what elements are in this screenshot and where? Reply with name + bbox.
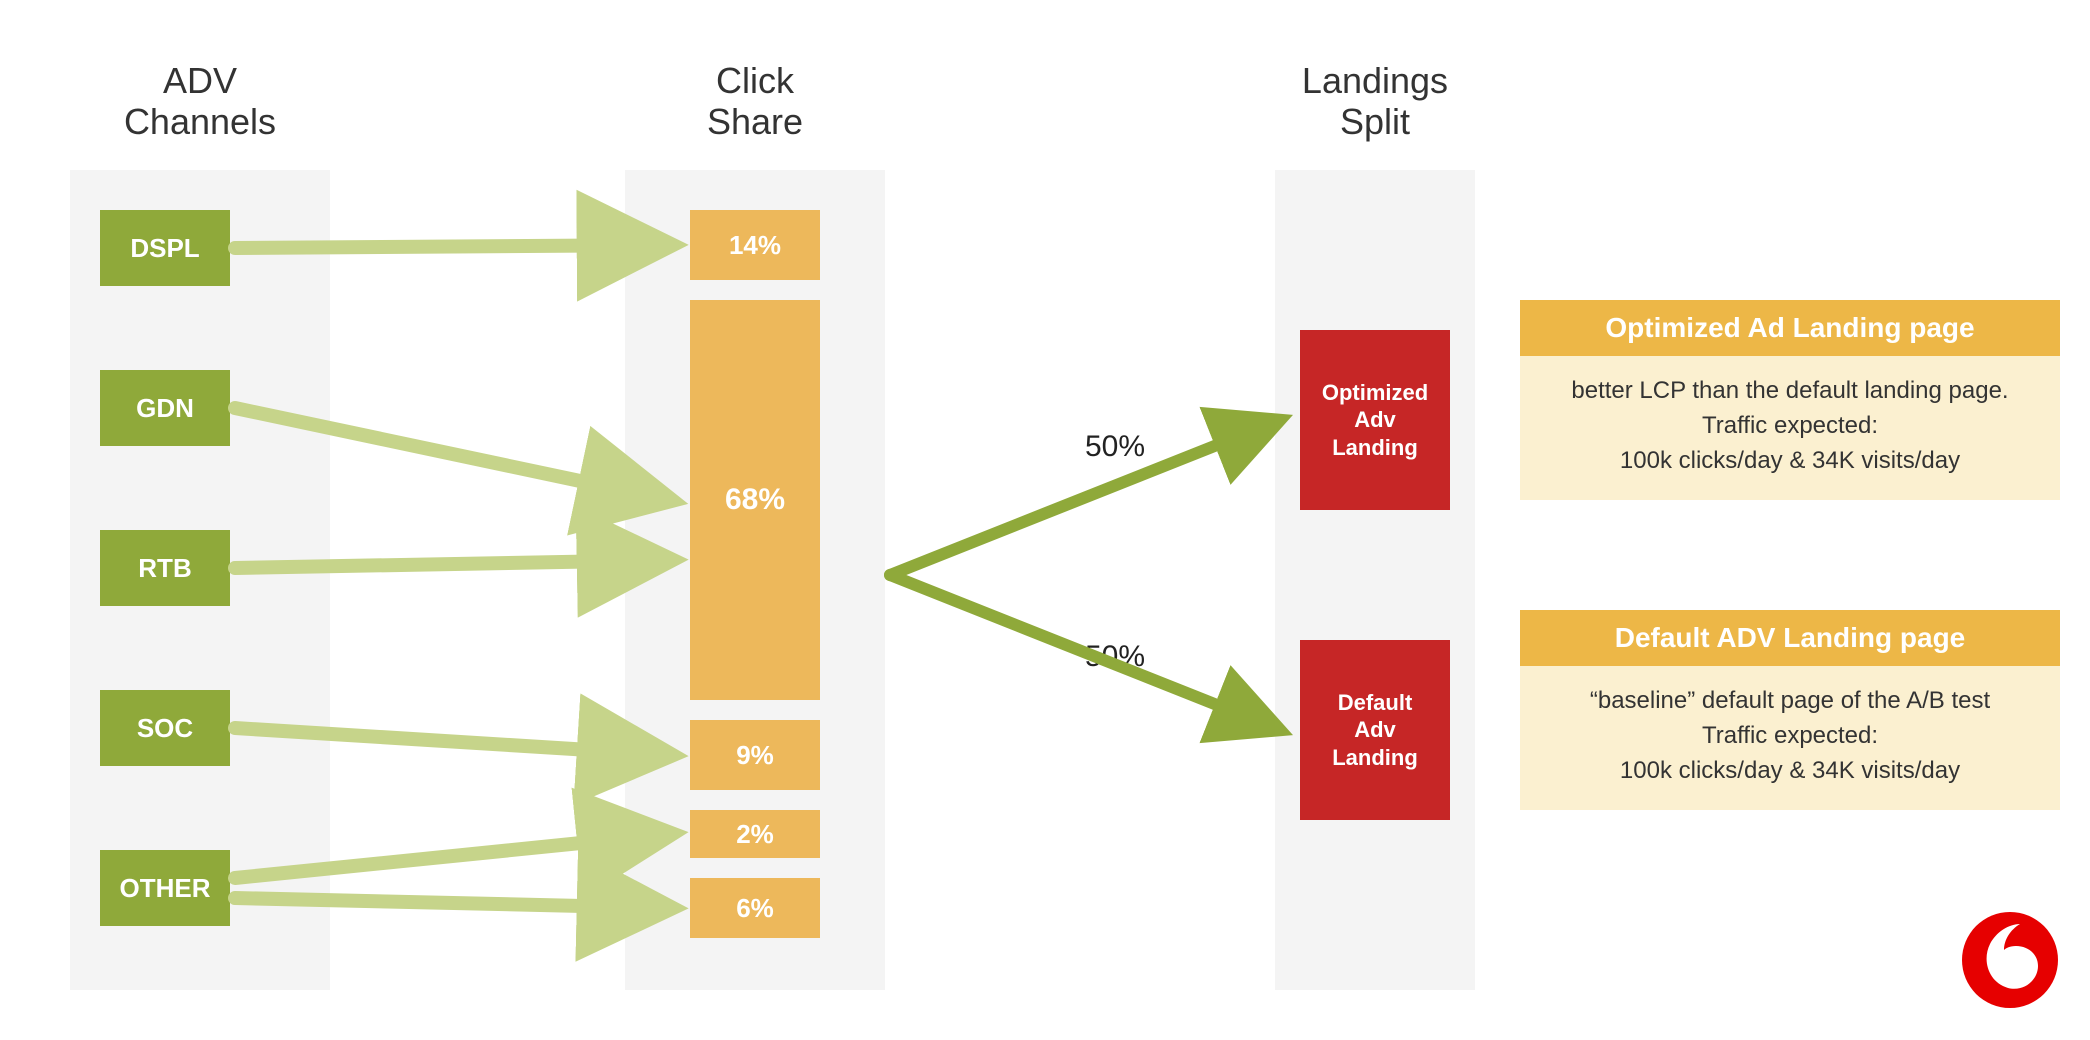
line: 100k clicks/day & 34K visits/day — [1540, 444, 2040, 479]
col-title-clickshare: Click Share — [655, 60, 855, 143]
col-title-channels: ADV Channels — [100, 60, 300, 143]
label: GDN — [136, 393, 194, 424]
share-6: 6% — [690, 878, 820, 938]
card-default-body: “baseline” default page of the A/B test … — [1520, 666, 2060, 810]
line: Traffic expected: — [1540, 409, 2040, 444]
label: 14% — [729, 230, 781, 261]
share-9: 9% — [690, 720, 820, 790]
channel-soc: SOC — [100, 690, 230, 766]
channel-other: OTHER — [100, 850, 230, 926]
text: Channels — [124, 101, 276, 142]
label: OTHER — [120, 873, 211, 904]
text: Share — [707, 101, 803, 142]
split-label-bottom: 50% — [1085, 640, 1145, 674]
line: Traffic expected: — [1540, 719, 2040, 754]
landing-default: Default Adv Landing — [1300, 640, 1450, 820]
label: 68% — [725, 483, 785, 517]
label: DSPL — [130, 233, 199, 264]
channel-rtb: RTB — [100, 530, 230, 606]
diagram-stage: ADV Channels Click Share Landings Split … — [0, 0, 2090, 1040]
card-optimized-body: better LCP than the default landing page… — [1520, 356, 2060, 500]
text: ADV — [163, 60, 237, 101]
card-default-title: Default ADV Landing page — [1520, 610, 2060, 666]
label: RTB — [138, 553, 191, 584]
split-label-top: 50% — [1085, 430, 1145, 464]
line: better LCP than the default landing page… — [1540, 374, 2040, 409]
channel-gdn: GDN — [100, 370, 230, 446]
label: 2% — [736, 819, 774, 850]
vodafone-logo-icon — [1960, 910, 2060, 1010]
card-optimized: Optimized Ad Landing page better LCP tha… — [1520, 300, 2060, 500]
share-14: 14% — [690, 210, 820, 280]
line: 100k clicks/day & 34K visits/day — [1540, 754, 2040, 789]
card-default: Default ADV Landing page “baseline” defa… — [1520, 610, 2060, 810]
card-optimized-title: Optimized Ad Landing page — [1520, 300, 2060, 356]
landing-optimized: Optimized Adv Landing — [1300, 330, 1450, 510]
text: Click — [716, 60, 794, 101]
text: Landings — [1302, 60, 1448, 101]
share-2: 2% — [690, 810, 820, 858]
arrows-share-to-landings — [890, 420, 1280, 730]
text: Split — [1340, 101, 1410, 142]
col-bg-landings — [1275, 170, 1475, 990]
label: SOC — [137, 713, 193, 744]
line: “baseline” default page of the A/B test — [1540, 684, 2040, 719]
label: Default Adv Landing — [1332, 689, 1418, 772]
col-title-landings: Landings Split — [1265, 60, 1485, 143]
label: 9% — [736, 740, 774, 771]
label: 6% — [736, 893, 774, 924]
share-68: 68% — [690, 300, 820, 700]
channel-dspl: DSPL — [100, 210, 230, 286]
label: Optimized Adv Landing — [1322, 379, 1428, 462]
